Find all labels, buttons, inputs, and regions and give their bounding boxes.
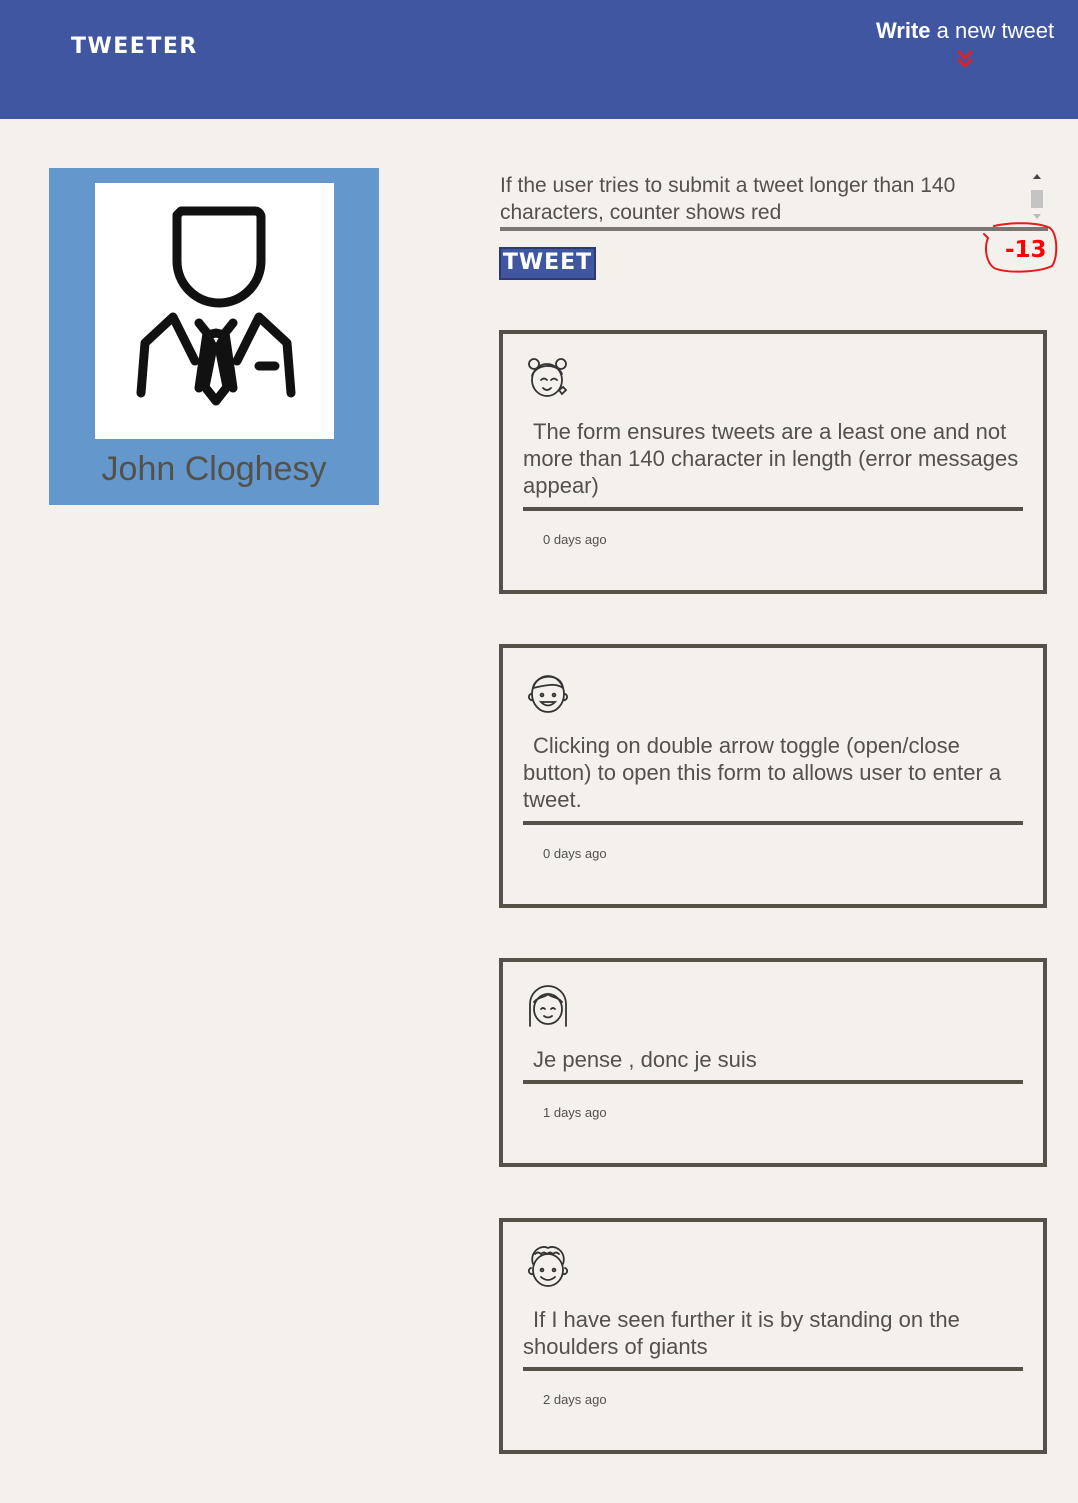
tweet-card: If I have seen further it is by standing…	[499, 1218, 1047, 1454]
tweet-divider	[523, 821, 1023, 825]
tweet-divider	[523, 507, 1023, 511]
tweet-submit-button[interactable]: TWEET	[499, 247, 596, 280]
girl-bangs-avatar-icon	[525, 982, 571, 1030]
tweet-divider	[523, 1367, 1023, 1371]
tweet-card: The form ensures tweets are a least one …	[499, 330, 1047, 594]
tweet-divider	[523, 1080, 1023, 1084]
tweet-textarea[interactable]: If the user tries to submit a tweet long…	[500, 172, 1000, 226]
tweet-card: Clicking on double arrow toggle (open/cl…	[499, 644, 1047, 908]
scroll-down-arrow-icon[interactable]	[1033, 214, 1041, 219]
character-counter: -13	[1005, 237, 1047, 263]
textarea-underline	[500, 227, 1048, 231]
tweet-timestamp: 1 days ago	[543, 1105, 607, 1120]
tweet-timestamp: 0 days ago	[543, 532, 607, 547]
curly-hair-avatar-icon	[525, 1242, 571, 1290]
tweet-text: Je pense , donc je suis	[533, 1047, 757, 1072]
profile-card: John Cloghesy	[49, 168, 379, 505]
tweet-card: Je pense , donc je suis 1 days ago	[499, 958, 1047, 1167]
double-chevron-down-icon[interactable]	[953, 48, 977, 72]
girl-avatar-icon	[525, 354, 571, 402]
textarea-scrollbar[interactable]	[1029, 174, 1045, 222]
businessman-avatar-icon	[136, 206, 296, 406]
new-tweet-form: If the user tries to submit a tweet long…	[498, 160, 1058, 290]
scroll-up-arrow-icon[interactable]	[1033, 174, 1041, 179]
tweet-timestamp: 2 days ago	[543, 1392, 607, 1407]
tweet-text: Clicking on double arrow toggle (open/cl…	[523, 733, 1002, 812]
write-tweet-toggle[interactable]: Write a new tweet	[870, 18, 1060, 72]
brand-logo[interactable]: TWEETER	[71, 34, 198, 59]
tweet-timestamp: 0 days ago	[543, 846, 607, 861]
tweet-text: The form ensures tweets are a least one …	[523, 419, 1019, 498]
write-tweet-link[interactable]: Write a new tweet	[876, 18, 1054, 43]
boy-avatar-icon	[525, 668, 571, 716]
scroll-thumb[interactable]	[1031, 190, 1043, 208]
tweet-text: If I have seen further it is by standing…	[523, 1307, 960, 1359]
profile-name: John Cloghesy	[101, 450, 327, 488]
profile-avatar	[95, 183, 334, 439]
nav-bar: TWEETER Write a new tweet	[0, 0, 1078, 119]
